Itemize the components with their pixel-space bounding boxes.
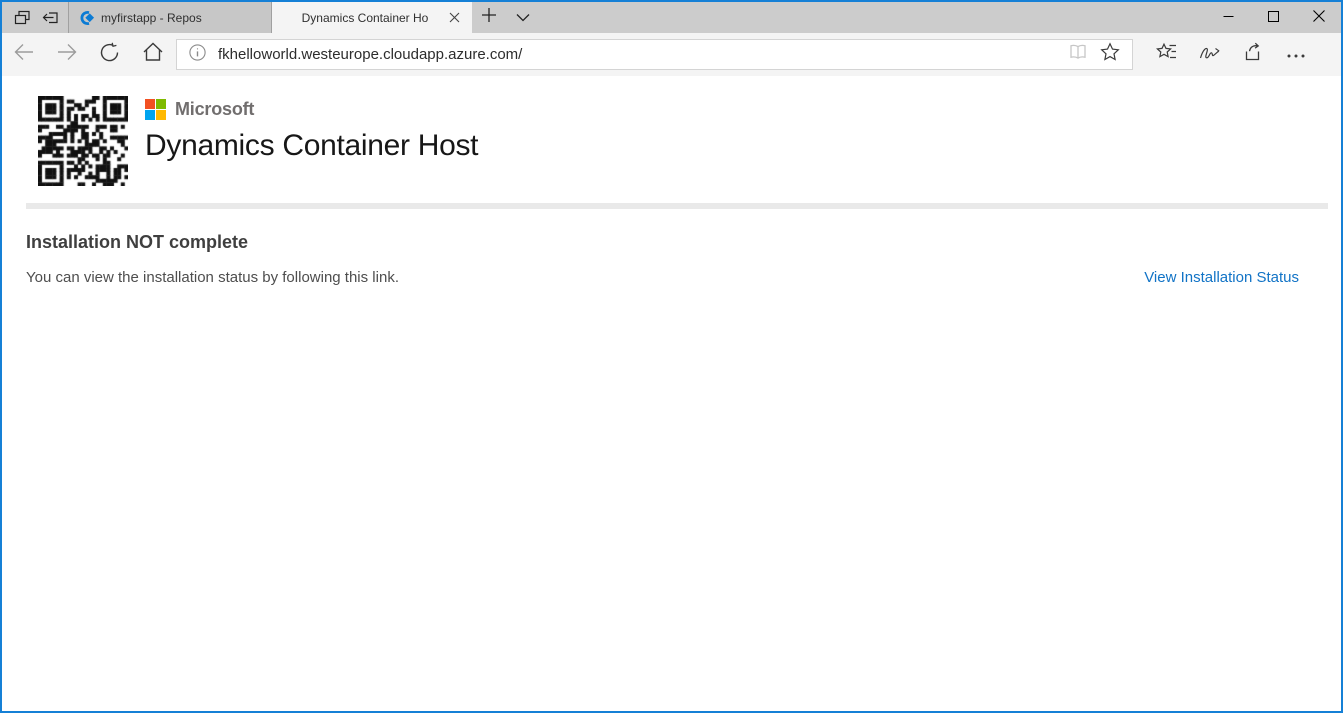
tab-bar: myfirstapp - Repos Dynamics Container Ho [2,2,1341,33]
settings-more-button[interactable] [1274,33,1317,76]
maximize-icon [1268,9,1279,27]
star-icon [1100,42,1120,67]
home-icon [142,41,164,68]
chevron-down-icon [516,9,530,27]
more-ellipsis-icon [1286,46,1306,64]
ink-pen-icon [1198,41,1221,69]
plus-icon [481,7,497,28]
qr-code [38,96,128,186]
page-title: Dynamics Container Host [145,129,479,162]
microsoft-wordmark: Microsoft [175,99,255,119]
back-button[interactable] [2,33,45,76]
status-heading: Installation NOT complete [26,232,249,252]
window-controls [1206,2,1341,33]
close-icon [1312,9,1325,27]
tab-dynamics-container-host[interactable]: Dynamics Container Ho [272,2,472,33]
favorites-list-icon [1155,41,1178,68]
reading-view-button[interactable] [1062,40,1094,69]
share-icon [1242,41,1264,68]
url-text[interactable]: fkhelloworld.westeurope.cloudapp.azure.c… [218,46,1062,63]
close-button[interactable] [1296,2,1341,33]
forward-icon [56,41,78,68]
maximize-button[interactable] [1251,2,1296,33]
share-button[interactable] [1231,33,1274,76]
title-block: Microsoft Dynamics Container Host [145,96,479,186]
new-tab-button[interactable] [472,2,506,33]
tab-preview-icon [13,8,32,27]
status-message: You can view the installation status by … [26,269,399,286]
add-favorite-button[interactable] [1094,40,1126,69]
page-header: Microsoft Dynamics Container Host [2,76,1341,186]
tab-title: Dynamics Container Ho [301,10,429,25]
view-installation-status-link[interactable]: View Installation Status [1144,269,1299,286]
refresh-icon [99,42,120,68]
new-tab-group [472,2,540,33]
tab-bar-left-icons [2,2,68,33]
address-bar[interactable]: fkhelloworld.westeurope.cloudapp.azure.c… [176,39,1133,70]
minimize-button[interactable] [1206,2,1251,33]
azure-devops-icon [78,10,95,26]
tab-preview-button[interactable] [8,5,36,31]
toolbar-right-icons [1145,33,1317,76]
tab-title: myfirstapp - Repos [101,10,202,25]
microsoft-squares-icon [145,99,166,120]
status-row: You can view the installation status by … [26,269,1299,286]
forward-button[interactable] [45,33,88,76]
favorites-hub-button[interactable] [1145,33,1188,76]
set-tabs-aside-button[interactable] [36,5,64,31]
page-content: Microsoft Dynamics Container Host Instal… [2,76,1341,711]
microsoft-logo: Microsoft [145,99,478,120]
browser-window: myfirstapp - Repos Dynamics Container Ho [0,0,1343,713]
set-tabs-aside-icon [41,8,60,27]
refresh-button[interactable] [88,33,131,76]
navigation-toolbar: fkhelloworld.westeurope.cloudapp.azure.c… [2,33,1341,76]
back-icon [13,41,35,68]
tab-list-button[interactable] [506,2,540,33]
reading-view-icon [1068,42,1088,67]
site-info-icon[interactable] [189,43,206,66]
tab-close-button[interactable] [444,8,464,28]
tab-myfirstapp-repos[interactable]: myfirstapp - Repos [68,2,272,33]
minimize-icon [1223,9,1234,27]
section-divider [26,203,1328,209]
home-button[interactable] [131,33,174,76]
web-note-button[interactable] [1188,33,1231,76]
